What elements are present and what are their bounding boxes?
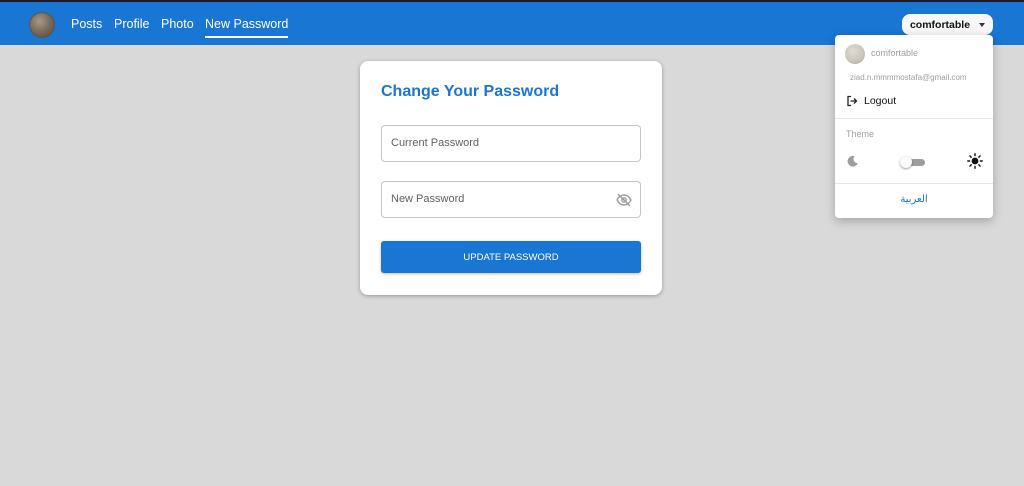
theme-toggle-switch[interactable] xyxy=(900,156,925,168)
logout-menu-item[interactable]: Logout xyxy=(846,93,966,109)
nav-link-posts[interactable]: Posts xyxy=(71,17,102,31)
user-dropdown-menu: comfortable ziad.n.mmmmostafa@gmail.com … xyxy=(835,35,993,218)
user-menu-button[interactable]: comfortable xyxy=(902,14,993,35)
theme-label: Theme xyxy=(846,129,875,139)
dropdown-divider xyxy=(835,183,993,184)
logout-icon xyxy=(847,95,858,107)
caret-down-icon xyxy=(979,22,986,27)
update-password-button[interactable]: UPDATE PASSWORD xyxy=(381,241,641,273)
nav-link-photo[interactable]: Photo xyxy=(161,17,194,31)
nav-link-profile[interactable]: Profile xyxy=(114,17,149,31)
language-switch-link[interactable]: العربية xyxy=(835,194,993,205)
dropdown-email: ziad.n.mmmmostafa@gmail.com xyxy=(850,73,967,82)
current-password-placeholder: Current Password xyxy=(391,137,480,149)
nav-link-new-password[interactable]: New Password xyxy=(205,17,289,38)
visibility-off-icon[interactable] xyxy=(616,193,632,207)
dropdown-divider xyxy=(835,118,993,119)
current-password-field[interactable]: Current Password xyxy=(381,125,641,162)
toggle-thumb xyxy=(900,156,912,168)
page-title: Change Your Password xyxy=(381,83,560,100)
logout-label: Logout xyxy=(864,95,897,107)
new-password-field[interactable]: New Password xyxy=(381,181,641,218)
dropdown-avatar xyxy=(845,44,865,64)
sun-icon xyxy=(967,153,983,169)
change-password-card: Change Your Password Current Password Ne… xyxy=(360,61,662,295)
dropdown-username: comfortable xyxy=(871,48,919,58)
moon-icon xyxy=(847,155,858,167)
new-password-placeholder: New Password xyxy=(391,193,465,205)
avatar[interactable] xyxy=(29,12,55,38)
user-menu-button-label: comfortable xyxy=(909,18,971,31)
